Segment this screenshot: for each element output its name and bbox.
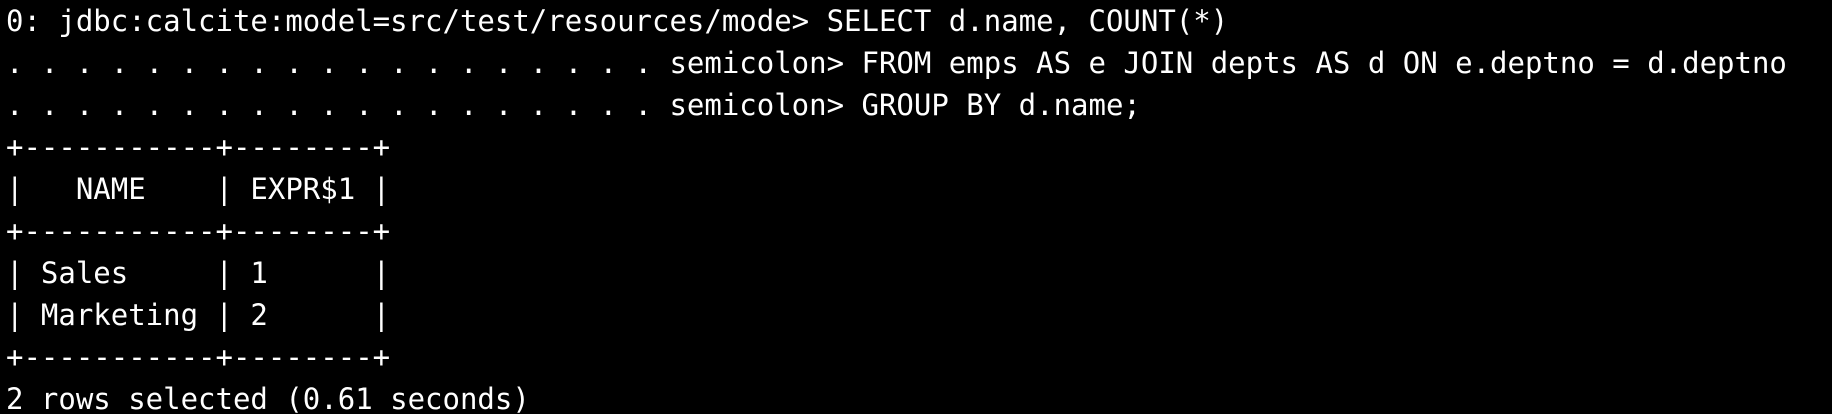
prompt-text: 0: jdbc:calcite:model=src/test/resources… bbox=[6, 4, 1229, 38]
table-row-text: | Marketing | 2 | bbox=[6, 298, 391, 332]
table-border-text: +-----------+--------+ bbox=[6, 340, 391, 374]
table-header-row: | NAME | EXPR$1 | bbox=[6, 168, 1832, 210]
terminal-window[interactable]: 0: jdbc:calcite:model=src/test/resources… bbox=[0, 0, 1832, 414]
table-border-mid: +-----------+--------+ bbox=[6, 210, 1832, 252]
continuation-line-from: . . . . . . . . . . . . . . . . . . . se… bbox=[6, 42, 1832, 84]
continuation-line-group-by: . . . . . . . . . . . . . . . . . . . se… bbox=[6, 84, 1832, 126]
table-border-text: +-----------+--------+ bbox=[6, 214, 391, 248]
table-row-text: | Sales | 1 | bbox=[6, 256, 391, 290]
table-header-text: | NAME | EXPR$1 | bbox=[6, 172, 391, 206]
continuation-text: . . . . . . . . . . . . . . . . . . . se… bbox=[6, 88, 1141, 122]
prompt-line-select: 0: jdbc:calcite:model=src/test/resources… bbox=[6, 0, 1832, 42]
table-border-text: +-----------+--------+ bbox=[6, 130, 391, 164]
continuation-text: . . . . . . . . . . . . . . . . . . . se… bbox=[6, 46, 1787, 80]
result-summary-line: 2 rows selected (0.61 seconds) bbox=[6, 378, 1832, 414]
table-border-bottom: +-----------+--------+ bbox=[6, 336, 1832, 378]
table-border-top: +-----------+--------+ bbox=[6, 126, 1832, 168]
result-summary-text: 2 rows selected (0.61 seconds) bbox=[6, 382, 530, 414]
table-row: | Marketing | 2 | bbox=[6, 294, 1832, 336]
table-row: | Sales | 1 | bbox=[6, 252, 1832, 294]
